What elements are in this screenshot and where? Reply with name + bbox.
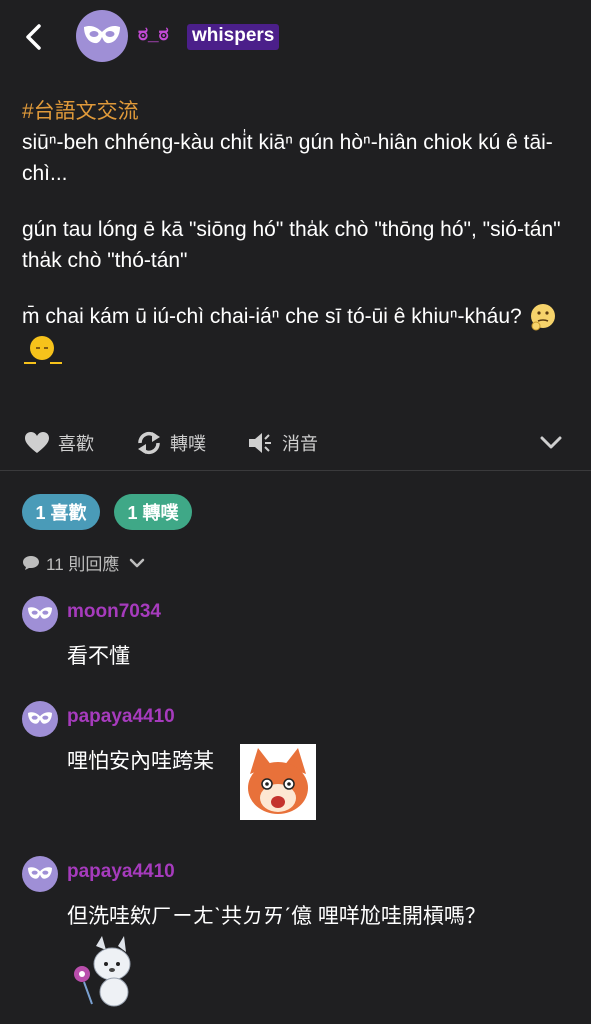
commenter-avatar[interactable]	[22, 856, 58, 892]
post-paragraph-2: gún tau lóng ē kā "siōng hó" tha̍k chò "…	[22, 218, 561, 272]
replies-count: 11 則回應	[46, 555, 120, 574]
commenter-name[interactable]: papaya4410	[67, 861, 175, 883]
replurk-button[interactable]: 轉噗	[136, 430, 206, 456]
mask-icon	[84, 25, 120, 44]
speaker-muted-icon	[249, 433, 271, 453]
whispers-badge: whispers	[187, 24, 280, 50]
comment-text: 但洗哇欸ㄏㄧㄤˋ共ㄉㄞˊ億 哩咩尬哇開槓嗎？	[67, 905, 486, 928]
commenter-name[interactable]: moon7034	[67, 601, 161, 623]
mask-icon	[28, 607, 52, 619]
hashtag[interactable]: #台語文交流	[22, 96, 572, 127]
comment-text: 看不懂	[67, 645, 130, 668]
sleepy-emoji-icon	[24, 336, 62, 365]
thinking-emoji-icon	[530, 304, 555, 331]
heart-icon	[25, 432, 49, 453]
divider	[0, 470, 591, 471]
likes-count-pill[interactable]: 1 喜歡	[22, 494, 100, 530]
post-actions: 喜歡 轉噗 消音	[0, 420, 591, 464]
mute-label: 消音	[282, 434, 318, 454]
commenter-avatar[interactable]	[22, 701, 58, 737]
angry-fox-sticker	[240, 744, 316, 820]
mask-icon	[28, 712, 52, 724]
comment-text: 哩怕安內哇跨某	[67, 750, 214, 773]
like-label: 喜歡	[58, 434, 94, 454]
mask-icon	[28, 867, 52, 879]
mute-button[interactable]: 消音	[248, 430, 318, 456]
replies-toggle[interactable]: 11 則回應	[22, 550, 145, 575]
speech-bubble-icon	[23, 555, 39, 570]
post-header: ಠ_ಠ whispers	[0, 0, 591, 74]
wolf-sticker	[74, 936, 131, 1007]
chevron-down-icon	[130, 558, 145, 567]
commenter-avatar[interactable]	[22, 596, 58, 632]
author-avatar[interactable]	[76, 10, 128, 62]
back-arrow-icon[interactable]	[22, 22, 46, 52]
shares-count-pill[interactable]: 1 轉噗	[114, 494, 192, 530]
post-content: #台語文交流 siūⁿ-beh chhéng-kàu chi̍t kiāⁿ gú…	[22, 96, 572, 366]
post-paragraph-3-text: m̄ chai kám ū iú-chì chai-iáⁿ che sī tó-…	[22, 305, 522, 328]
commenter-name[interactable]: papaya4410	[67, 706, 175, 728]
post-paragraph-3: m̄ chai kám ū iú-chì chai-iáⁿ che sī tó-…	[22, 301, 572, 366]
like-button[interactable]: 喜歡	[24, 430, 94, 456]
author-name[interactable]: ಠ_ಠ	[138, 24, 169, 46]
replurk-icon	[138, 431, 160, 455]
chevron-down-icon[interactable]	[540, 436, 562, 450]
replurk-label: 轉噗	[170, 434, 206, 454]
post-paragraph-1: siūⁿ-beh chhéng-kàu chi̍t kiāⁿ gún hòⁿ-h…	[22, 131, 553, 185]
